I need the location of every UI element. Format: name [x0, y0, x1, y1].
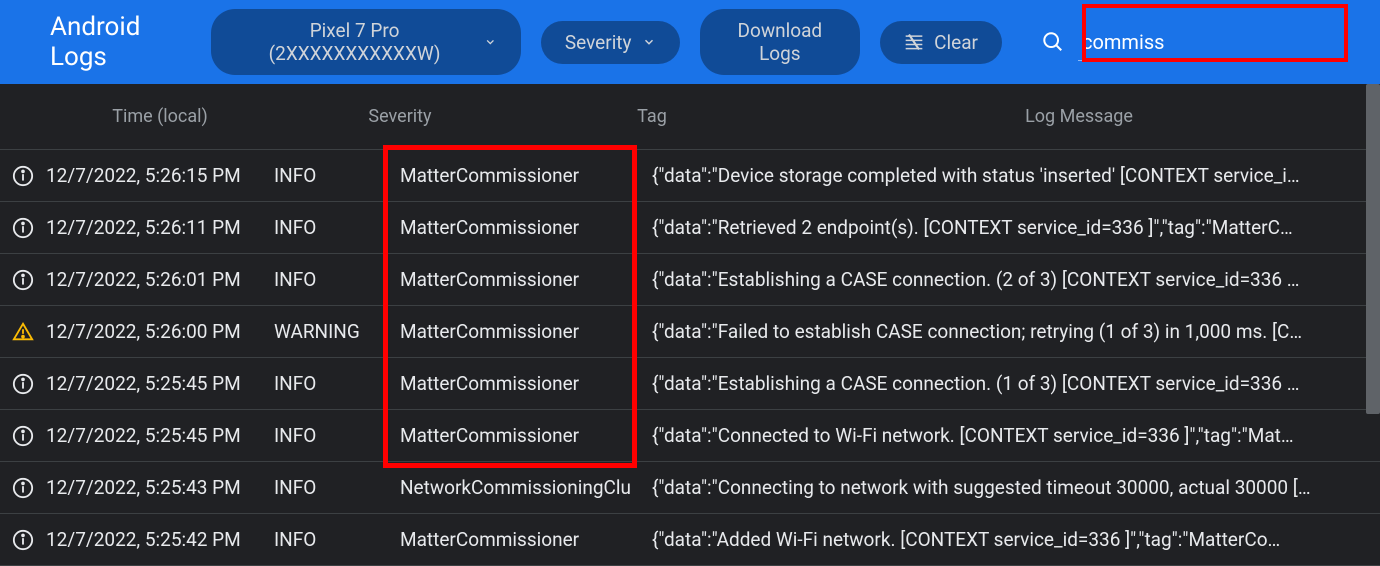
log-message: {"data":"Added Wi-Fi network. [CONTEXT s… [652, 528, 1380, 551]
log-tag: MatterCommissioner [400, 320, 652, 343]
log-severity: INFO [274, 372, 400, 395]
device-label: Pixel 7 Pro (2XXXXXXXXXXXW) [235, 19, 474, 65]
column-header-time: Time (local) [46, 106, 274, 127]
log-time: 12/7/2022, 5:26:01 PM [46, 268, 274, 291]
log-severity: INFO [274, 476, 400, 499]
log-tag: MatterCommissioner [400, 528, 652, 551]
log-message: {"data":"Connecting to network with sugg… [652, 476, 1380, 499]
log-severity: INFO [274, 268, 400, 291]
info-icon [12, 269, 34, 291]
warning-icon [12, 321, 34, 343]
log-message: {"data":"Establishing a CASE connection.… [652, 268, 1380, 291]
header-bar: Android Logs Pixel 7 Pro (2XXXXXXXXXXXW)… [0, 0, 1380, 84]
info-icon [12, 477, 34, 499]
clear-icon [904, 34, 924, 50]
log-row[interactable]: 12/7/2022, 5:26:11 PMINFOMatterCommissio… [0, 202, 1380, 254]
log-tag: NetworkCommissioningClu [400, 476, 652, 499]
scrollbar[interactable] [1366, 84, 1380, 414]
log-severity: INFO [274, 216, 400, 239]
column-header-message: Log Message [778, 106, 1380, 127]
device-selector[interactable]: Pixel 7 Pro (2XXXXXXXXXXXW) [211, 9, 521, 75]
log-row[interactable]: 12/7/2022, 5:25:45 PMINFOMatterCommissio… [0, 358, 1380, 410]
log-severity: INFO [274, 164, 400, 187]
info-icon [12, 165, 34, 187]
log-row[interactable]: 12/7/2022, 5:26:15 PMINFOMatterCommissio… [0, 150, 1380, 202]
info-icon [12, 425, 34, 447]
log-tag: MatterCommissioner [400, 268, 652, 291]
download-label: Download Logs [728, 19, 833, 65]
info-icon [12, 373, 34, 395]
table-header-row: Time (local) Severity Tag Log Message [0, 84, 1380, 150]
log-row[interactable]: 12/7/2022, 5:26:00 PMWARNINGMatterCommis… [0, 306, 1380, 358]
log-row[interactable]: 12/7/2022, 5:25:42 PMINFOMatterCommissio… [0, 514, 1380, 566]
column-header-tag: Tag [526, 106, 778, 127]
log-time: 12/7/2022, 5:25:43 PM [46, 476, 274, 499]
severity-filter-label: Severity [565, 31, 632, 54]
log-tag: MatterCommissioner [400, 372, 652, 395]
log-time: 12/7/2022, 5:25:45 PM [46, 424, 274, 447]
chevron-down-icon [642, 35, 656, 49]
log-message: {"data":"Retrieved 2 endpoint(s). [CONTE… [652, 216, 1380, 239]
log-time: 12/7/2022, 5:25:45 PM [46, 372, 274, 395]
log-message: {"data":"Failed to establish CASE connec… [652, 320, 1380, 343]
clear-label: Clear [934, 31, 978, 54]
log-tag: MatterCommissioner [400, 164, 652, 187]
log-tag: MatterCommissioner [400, 216, 652, 239]
download-logs-button[interactable]: Download Logs [700, 9, 861, 75]
column-header-severity: Severity [274, 106, 526, 127]
search-container [1042, 24, 1340, 61]
log-row[interactable]: 12/7/2022, 5:25:43 PMINFONetworkCommissi… [0, 462, 1380, 514]
log-severity: INFO [274, 528, 400, 551]
log-time: 12/7/2022, 5:26:00 PM [46, 320, 274, 343]
severity-filter[interactable]: Severity [541, 21, 680, 64]
log-rows-container: 12/7/2022, 5:26:15 PMINFOMatterCommissio… [0, 150, 1380, 566]
info-icon [12, 217, 34, 239]
search-icon [1042, 31, 1064, 53]
log-severity: WARNING [274, 320, 400, 343]
chevron-down-icon [484, 35, 497, 49]
log-time: 12/7/2022, 5:26:15 PM [46, 164, 274, 187]
clear-button[interactable]: Clear [880, 21, 1002, 64]
log-time: 12/7/2022, 5:26:11 PM [46, 216, 274, 239]
log-message: {"data":"Connected to Wi-Fi network. [CO… [652, 424, 1380, 447]
log-tag: MatterCommissioner [400, 424, 652, 447]
log-severity: INFO [274, 424, 400, 447]
log-row[interactable]: 12/7/2022, 5:26:01 PMINFOMatterCommissio… [0, 254, 1380, 306]
log-message: {"data":"Establishing a CASE connection.… [652, 372, 1380, 395]
log-time: 12/7/2022, 5:25:42 PM [46, 528, 274, 551]
log-row[interactable]: 12/7/2022, 5:25:45 PMINFOMatterCommissio… [0, 410, 1380, 462]
search-input[interactable] [1078, 24, 1340, 61]
page-title: Android Logs [50, 12, 173, 72]
info-icon [12, 529, 34, 551]
log-message: {"data":"Device storage completed with s… [652, 164, 1380, 187]
